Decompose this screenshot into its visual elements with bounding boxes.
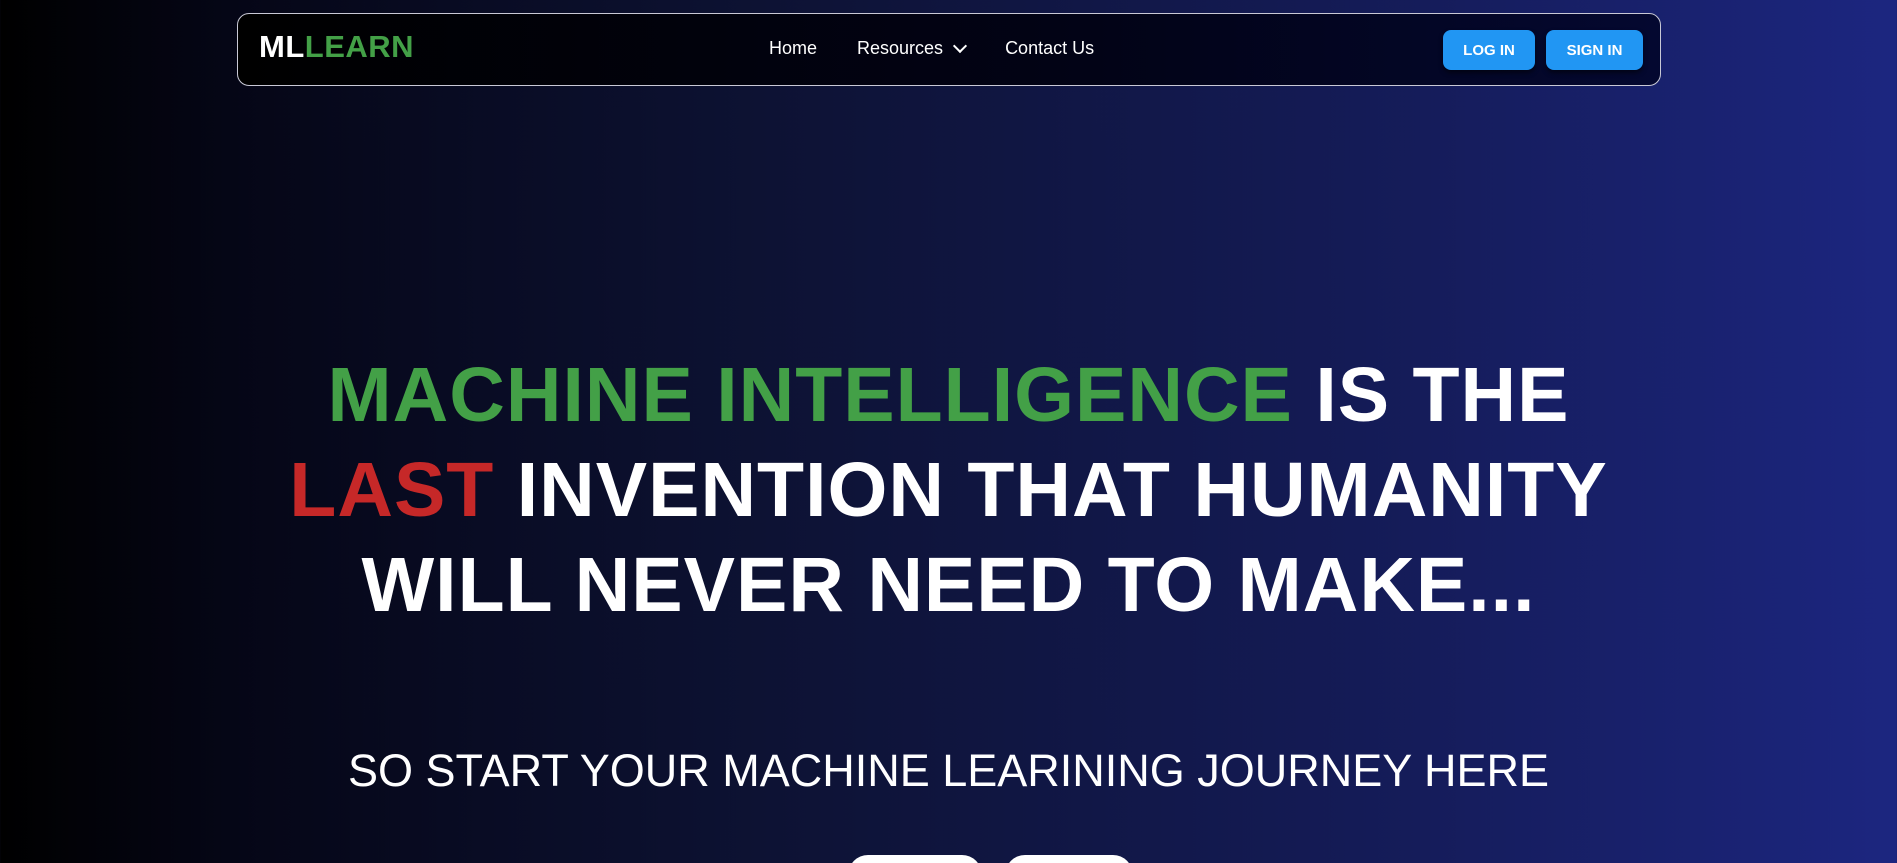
cta-button-2[interactable] xyxy=(1005,855,1133,863)
hero-subtitle: SO START YOUR MACHINE LEARINING JOURNEY … xyxy=(347,745,1550,796)
hero-line-2: LAST INVENTION THAT HUMANITY xyxy=(0,443,1897,538)
hero-highlight-red: LAST xyxy=(289,447,495,533)
login-button[interactable]: LOG IN xyxy=(1443,30,1535,70)
nav-links: Home Resources Contact Us xyxy=(769,38,1134,58)
hero-highlight-green: MACHINE INTELLIGENCE xyxy=(327,352,1293,438)
cta-button-1[interactable] xyxy=(848,855,982,863)
logo[interactable]: MLLEARN xyxy=(259,31,414,62)
navbar: MLLEARN Home Resources Contact Us LOG IN… xyxy=(237,13,1661,86)
signin-button[interactable]: SIGN IN xyxy=(1546,30,1643,70)
logo-ml-text: ML xyxy=(259,29,305,64)
hero-line-1-rest: IS THE xyxy=(1292,352,1570,438)
hero-line-3: WILL NEVER NEED TO MAKE... xyxy=(361,542,1536,628)
hero-line-2-rest: INVENTION THAT HUMANITY xyxy=(494,447,1608,533)
nav-link-contact[interactable]: Contact Us xyxy=(1005,39,1094,57)
hero-heading: MACHINE INTELLIGENCE IS THE LAST INVENTI… xyxy=(0,348,1897,633)
logo-learn-text: LEARN xyxy=(304,29,415,64)
nav-link-home[interactable]: Home xyxy=(769,39,817,57)
nav-link-resources[interactable]: Resources xyxy=(857,38,968,58)
hero-line-1: MACHINE INTELLIGENCE IS THE xyxy=(0,348,1897,443)
chevron-down-icon xyxy=(952,38,968,53)
nav-link-resources-label: Resources xyxy=(857,38,944,58)
